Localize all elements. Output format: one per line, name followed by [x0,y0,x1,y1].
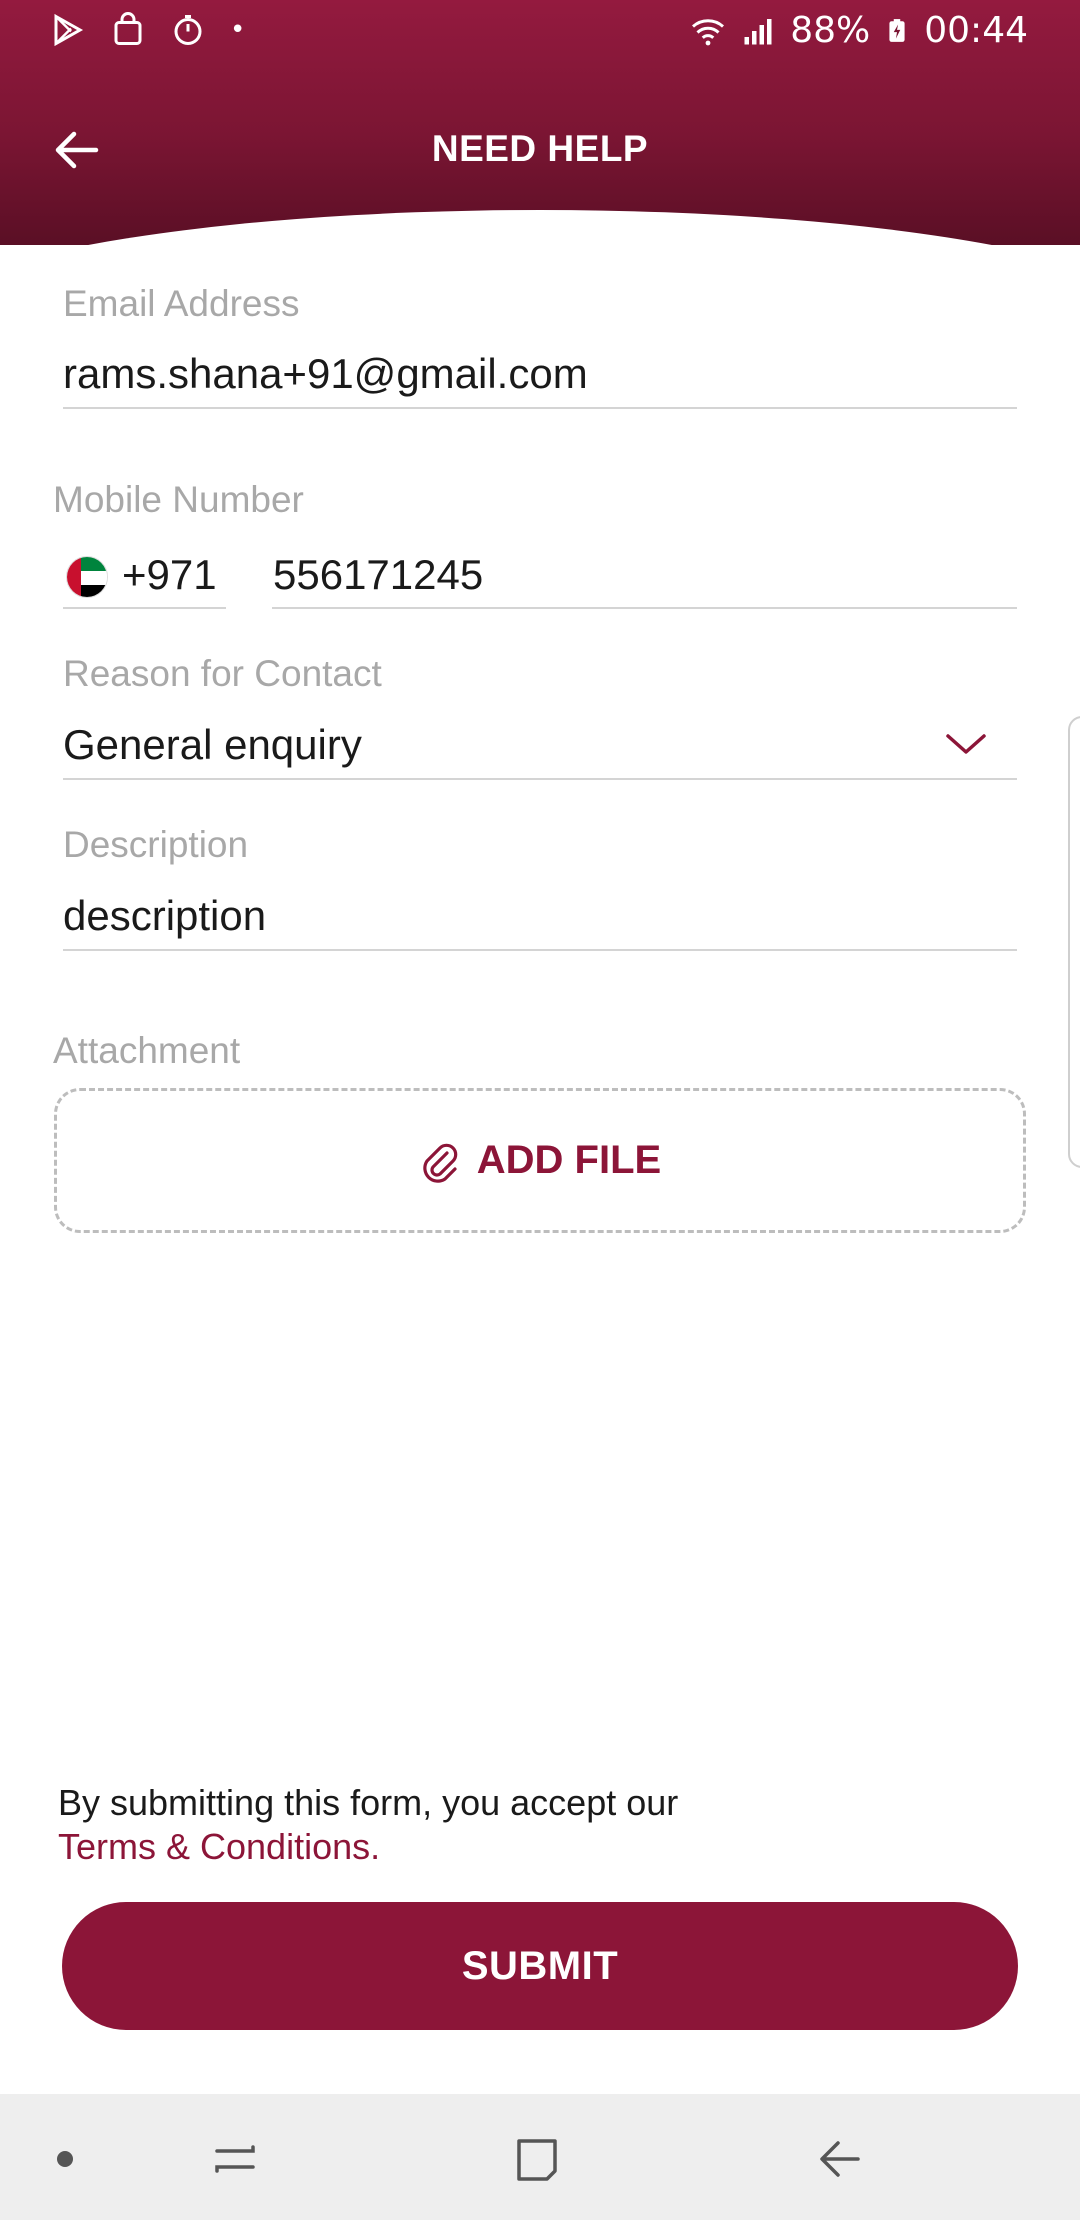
country-code-underline [63,607,226,609]
header-curve [0,210,1080,245]
signal-icon [744,18,772,44]
chevron-down-icon[interactable] [944,728,988,760]
recents-button[interactable] [200,2124,270,2194]
reason-label: Reason for Contact [63,653,382,694]
mobile-label: Mobile Number [53,479,304,520]
navigation-bar [0,2094,1080,2220]
dot-icon [57,2151,73,2167]
email-underline [63,407,1017,409]
attachment-label: Attachment [53,1030,241,1071]
status-bar: • 88% 00:44 [0,0,1080,64]
terms-link[interactable]: Terms & Conditions. [58,1826,380,1868]
battery-charging-icon [889,18,905,42]
mobile-number-field[interactable]: 556171245 [273,551,483,599]
page-title: NEED HELP [431,128,649,169]
timer-icon [174,15,202,45]
description-underline [63,949,1017,951]
description-field[interactable]: description [63,892,266,940]
email-label: Email Address [63,283,300,324]
submit-button[interactable]: SUBMIT [62,1902,1018,2030]
nav-dot-button[interactable] [30,2124,100,2194]
add-file-button[interactable]: ADD FILE [54,1088,1026,1233]
status-time: 00:44 [924,10,1028,51]
home-button[interactable] [502,2124,572,2194]
add-file-label: ADD FILE [476,1138,662,1182]
shopping-bag-icon [114,12,142,45]
terms-text: By submitting this form, you accept our [58,1782,679,1823]
nav-back-button[interactable] [805,2124,875,2194]
back-icon [820,2141,860,2177]
email-field[interactable]: rams.shana+91@gmail.com [63,350,588,398]
status-dot: • [230,15,246,45]
wifi-icon [692,18,725,45]
mobile-number-underline [272,607,1017,609]
reason-underline [63,778,1017,780]
battery-percent: 88% [790,10,871,51]
home-icon [517,2139,557,2181]
recents-icon [215,2145,255,2173]
country-code-selector[interactable]: +971 [122,551,217,599]
paperclip-icon [423,1143,458,1183]
scroll-edge-handle[interactable] [1068,716,1080,1168]
reason-select[interactable]: General enquiry [63,721,362,769]
uae-flag-icon[interactable] [66,556,108,598]
description-label: Description [63,824,249,865]
play-store-icon [54,13,84,47]
app-header: • 88% 00:44 NEED HELP [0,0,1080,245]
